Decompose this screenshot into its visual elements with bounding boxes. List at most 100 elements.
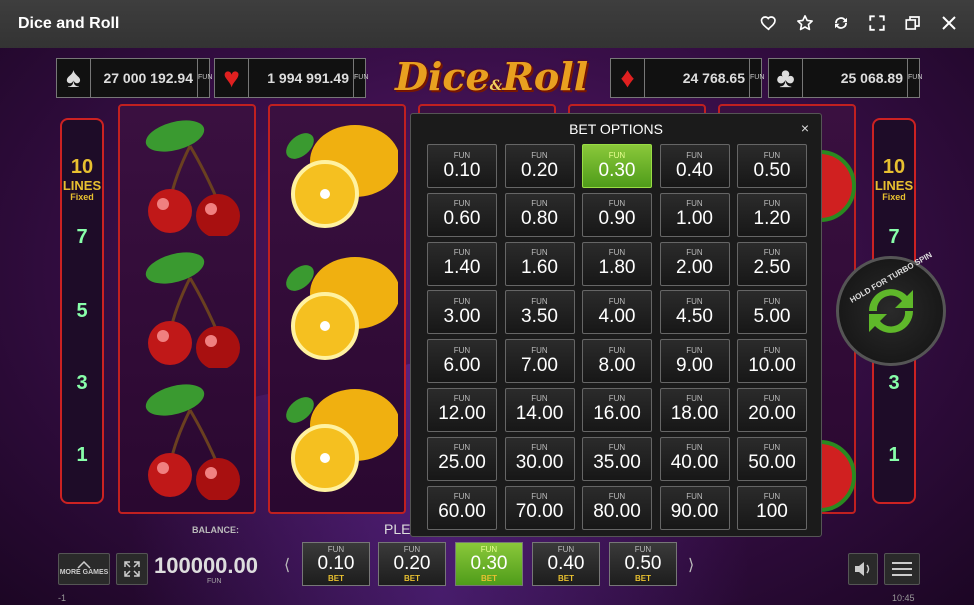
bet-option-fun-label: FUN: [763, 443, 781, 453]
bet-option-fun-label: FUN: [686, 199, 703, 209]
line-number: 7: [76, 226, 88, 248]
bet-option-button[interactable]: FUN 10.00: [737, 339, 807, 384]
bet-scroll-right-button[interactable]: ⟩: [688, 555, 694, 575]
bet-option-fun-label: FUN: [763, 394, 781, 404]
bet-option-button[interactable]: FUN 18.00: [659, 387, 730, 432]
bet-option-button[interactable]: FUN 35.00: [582, 436, 652, 481]
bet-option-value: 9.00: [676, 354, 713, 376]
bet-option-button[interactable]: FUN 20.00: [737, 387, 807, 432]
bet-option-button[interactable]: FUN 0.80: [504, 192, 575, 237]
logo-text-roll: Roll: [502, 54, 589, 99]
bet-option-button[interactable]: FUN 16.00: [582, 387, 652, 432]
line-number: 5: [76, 300, 88, 322]
bet-option-button[interactable]: FUN 25.00: [427, 436, 497, 481]
star-icon[interactable]: [794, 12, 816, 34]
bet-option-button[interactable]: FUN 2.50: [737, 241, 807, 286]
sound-icon[interactable]: [848, 553, 878, 585]
bet-option-fun-label: FUN: [531, 199, 548, 209]
more-games-button[interactable]: MORE GAMES: [58, 553, 110, 585]
bet-button[interactable]: FUN 0.40 BET: [532, 542, 600, 586]
bet-option-button[interactable]: FUN 1.00: [659, 192, 730, 237]
bet-option-value: 2.00: [676, 257, 713, 279]
bottom-bar: MORE GAMES BALANCE: 100000.00 FUN PLE ⟨ …: [0, 521, 974, 605]
house-icon: [77, 561, 91, 569]
bet-option-button[interactable]: FUN 0.50: [737, 144, 807, 188]
bet-option-value: 4.00: [598, 305, 636, 327]
bet-option-button[interactable]: FUN 5.00: [737, 290, 807, 335]
bet-option-fun-label: FUN: [686, 492, 703, 502]
bet-value: 0.10: [317, 553, 355, 574]
bet-button[interactable]: FUN 0.20 BET: [378, 542, 446, 586]
bet-option-button[interactable]: FUN 4.00: [582, 290, 652, 335]
bet-option-button[interactable]: FUN 1.80: [582, 241, 652, 286]
bet-button[interactable]: FUN 0.30 BET: [455, 542, 523, 586]
lines-label: LINES: [874, 178, 914, 193]
bet-option-button[interactable]: FUN 0.30: [582, 144, 652, 188]
bet-option-fun-label: FUN: [686, 248, 703, 258]
bet-option-value: 60.00: [438, 501, 486, 523]
bet-option-button[interactable]: FUN 50.00: [737, 436, 807, 481]
bet-option-fun-label: FUN: [763, 296, 781, 306]
jackpot-club: ♣ 25 068.89 FUN: [768, 58, 922, 98]
reel-1: [118, 104, 256, 514]
footer-left-text: -1: [58, 593, 67, 603]
bet-option-fun-label: FUN: [608, 394, 626, 404]
bet-label: BET: [328, 574, 344, 583]
jackpot-fun-label: FUN: [353, 59, 368, 97]
lines-fixed: Fixed: [70, 192, 94, 202]
bet-option-button[interactable]: FUN 8.00: [582, 339, 652, 384]
bet-option-button[interactable]: FUN 1.60: [504, 241, 575, 286]
close-icon[interactable]: ×: [801, 120, 809, 136]
bet-button[interactable]: FUN 0.10 BET: [302, 542, 370, 586]
bet-option-button[interactable]: FUN 4.50: [659, 290, 730, 335]
close-icon[interactable]: [938, 12, 960, 34]
bet-label: BET: [635, 574, 651, 583]
fullscreen-icon[interactable]: [866, 12, 888, 34]
status-message: PLE: [384, 521, 411, 537]
bet-option-fun-label: FUN: [608, 248, 626, 258]
bet-option-button[interactable]: FUN 40.00: [659, 436, 730, 481]
bet-option-button[interactable]: FUN 0.60: [427, 192, 497, 237]
bet-option-fun-label: FUN: [531, 150, 548, 160]
bet-option-value: 0.10: [443, 159, 481, 181]
game-area: ♠ 27 000 192.94 FUN ♥ 1 994 991.49 FUN ♦…: [0, 48, 974, 605]
line-number: 3: [888, 372, 900, 394]
bet-option-value: 30.00: [515, 452, 564, 474]
bet-label: BET: [558, 574, 574, 583]
heart-icon[interactable]: [758, 12, 780, 34]
lines-count: 10: [70, 156, 94, 178]
bet-option-button[interactable]: FUN 1.40: [427, 241, 497, 286]
bet-option-button[interactable]: FUN 14.00: [504, 387, 575, 432]
bet-option-button[interactable]: FUN 9.00: [659, 339, 730, 384]
bet-option-button[interactable]: FUN 6.00: [427, 339, 497, 384]
bet-option-value: 0.60: [443, 208, 481, 230]
cherry-icon: [145, 384, 240, 500]
bet-option-button[interactable]: FUN 12.00: [427, 387, 497, 432]
bet-option-fun-label: FUN: [531, 248, 548, 258]
bet-scroll-left-button[interactable]: ⟨: [284, 555, 290, 575]
bet-option-button[interactable]: FUN 7.00: [504, 339, 575, 384]
refresh-icon[interactable]: [830, 12, 852, 34]
bet-option-value: 7.00: [521, 354, 558, 376]
bet-option-button[interactable]: FUN 0.10: [427, 144, 497, 188]
bet-option-button[interactable]: FUN 0.40: [659, 144, 730, 188]
bet-option-button[interactable]: FUN 3.00: [427, 290, 497, 335]
bet-option-fun-label: FUN: [453, 443, 471, 453]
expand-icon[interactable]: [116, 553, 148, 585]
bet-option-button[interactable]: FUN 0.20: [504, 144, 575, 188]
jackpot-fun-label: FUN: [749, 59, 764, 97]
bet-option-fun-label: FUN: [686, 150, 703, 160]
bet-option-button[interactable]: FUN 1.20: [737, 192, 807, 237]
bet-option-button[interactable]: FUN 0.90: [582, 192, 652, 237]
bet-button[interactable]: FUN 0.50 BET: [609, 542, 677, 586]
bet-option-button[interactable]: FUN 2.00: [659, 241, 730, 286]
menu-icon[interactable]: [884, 553, 920, 585]
bet-option-value: 90.00: [670, 501, 719, 523]
restore-window-icon[interactable]: [902, 12, 924, 34]
bet-option-button[interactable]: FUN 30.00: [504, 436, 575, 481]
turbo-spin-button[interactable]: HOLD FOR TURBO SPIN: [836, 250, 946, 366]
bet-option-fun-label: FUN: [453, 150, 471, 160]
bet-option-button[interactable]: FUN 3.50: [504, 290, 575, 335]
bet-option-fun-label: FUN: [686, 394, 703, 404]
bet-option-fun-label: FUN: [686, 296, 703, 306]
